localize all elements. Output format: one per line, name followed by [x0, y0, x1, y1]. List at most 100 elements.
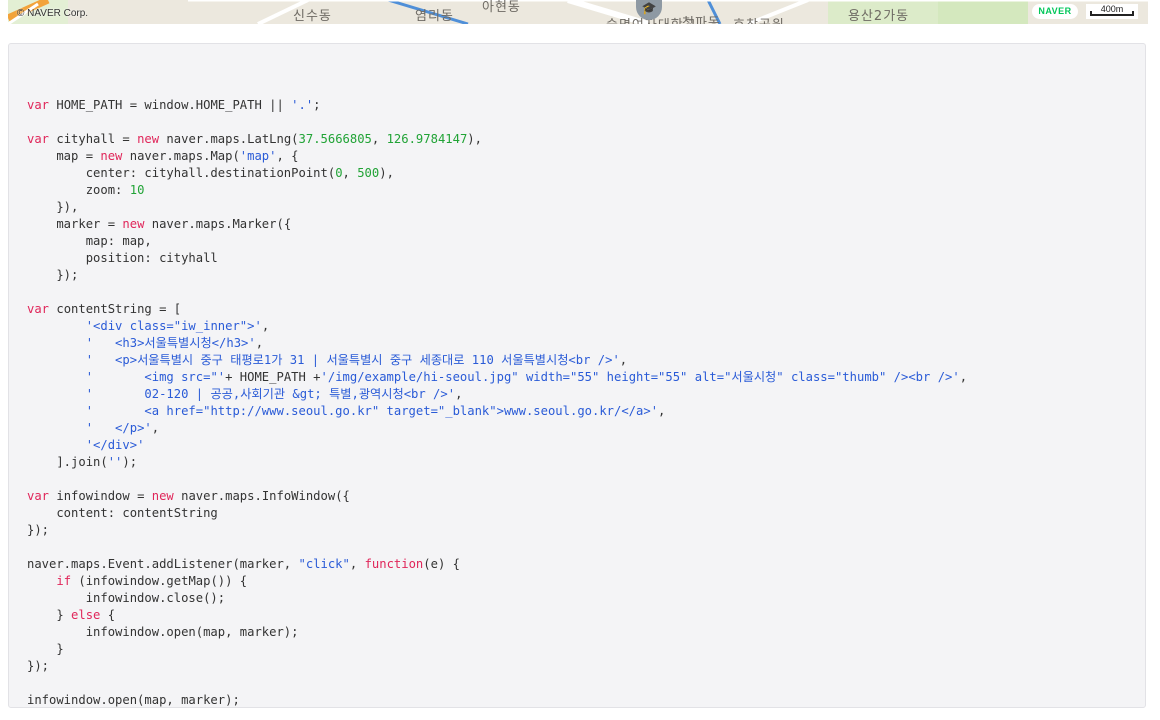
- code-token: naver.maps.InfoWindow({: [173, 489, 350, 503]
- code-token: ,: [255, 336, 264, 350]
- code-token: zoom:: [27, 183, 130, 197]
- code-line: infowindow.open(map, marker);: [27, 692, 967, 709]
- code-token: infowindow.open(map, marker);: [27, 693, 240, 707]
- code-token: }: [27, 642, 64, 656]
- code-token: ' <a href="http://www.seoul.go.kr" targe…: [85, 404, 659, 418]
- code-token: '</div>': [85, 438, 145, 452]
- code-token: '/img/example/hi-seoul.jpg" width="55" h…: [320, 370, 960, 384]
- code-token: ,: [371, 132, 387, 146]
- map-scale-line: [1090, 11, 1134, 16]
- code-token: new: [151, 489, 174, 503]
- code-token: HOME_PATH = window.HOME_PATH ||: [49, 98, 292, 112]
- code-token: 'map': [239, 149, 277, 163]
- code-token: });: [27, 659, 50, 673]
- code-token: "click": [298, 557, 350, 571]
- map-canvas[interactable]: 신수동 염리동 아현동 숙명여자대학교 청파동 효창공원 용산2가동 🎓 © N…: [8, 0, 1148, 24]
- code-token: 37.5666805: [298, 132, 372, 146]
- code-line: } else {: [27, 607, 967, 624]
- code-line: }),: [27, 199, 967, 216]
- code-token: });: [27, 523, 50, 537]
- code-line: position: cityhall: [27, 250, 967, 267]
- code-line: marker = new naver.maps.Marker({: [27, 216, 967, 233]
- code-line: ' <h3>서울특별시청</h3>',: [27, 335, 967, 352]
- code-line: ' <img src="'+ HOME_PATH +'/img/example/…: [27, 369, 967, 386]
- code-token: var: [27, 302, 50, 316]
- code-token: ' <p>서울특별시 중구 태평로1가 31 | 서울특별시 중구 세종대로 1…: [85, 353, 620, 367]
- map-label: 아현동: [482, 0, 521, 15]
- code-line: });: [27, 658, 967, 675]
- code-token: function: [364, 557, 424, 571]
- map-scale-bar: 400m: [1086, 4, 1138, 19]
- code-token: 10: [129, 183, 145, 197]
- code-token: 126.9784147: [386, 132, 468, 146]
- code-token: ' <h3>서울특별시청</h3>': [85, 336, 256, 350]
- code-token: ,: [151, 421, 160, 435]
- code-token: naver.maps.LatLng(: [159, 132, 299, 146]
- map-label: 효창공원: [733, 14, 785, 24]
- code-token: {: [100, 608, 116, 622]
- code-line: var contentString = [: [27, 301, 967, 318]
- code-token: ,: [959, 370, 968, 384]
- code-line: ' </p>',: [27, 420, 967, 437]
- map-roads: [8, 0, 1148, 24]
- code-token: ,: [261, 319, 270, 333]
- code-line: ' <p>서울특별시 중구 태평로1가 31 | 서울특별시 중구 세종대로 1…: [27, 352, 967, 369]
- code-token: var: [27, 132, 50, 146]
- code-line: content: contentString: [27, 505, 967, 522]
- code-line: infowindow.open(map, marker);: [27, 624, 967, 641]
- map-label: 용산2가동: [848, 9, 910, 24]
- code-token: var: [27, 489, 50, 503]
- code-token: (e) {: [423, 557, 460, 571]
- code-token: ,: [619, 353, 628, 367]
- code-token: var: [27, 98, 50, 112]
- code-token: contentString = [: [49, 302, 182, 316]
- map-label: 염리동: [415, 9, 454, 24]
- code-token: ;: [313, 98, 321, 112]
- code-token: naver.maps.Marker({: [144, 217, 292, 231]
- code-line: }: [27, 641, 967, 658]
- code-line: map = new naver.maps.Map('map', {: [27, 148, 967, 165]
- code-token: center: cityhall.destinationPoint(: [27, 166, 336, 180]
- code-line: center: cityhall.destinationPoint(0, 500…: [27, 165, 967, 182]
- code-line: naver.maps.Event.addListener(marker, "cl…: [27, 556, 967, 573]
- code-token: cityhall =: [49, 132, 138, 146]
- code-token: ),: [467, 132, 482, 146]
- map-copyright: © NAVER Corp.: [17, 8, 89, 19]
- code-token: + HOME_PATH +: [225, 370, 321, 384]
- code-token: 0: [335, 166, 343, 180]
- code-line: if (infowindow.getMap()) {: [27, 573, 967, 590]
- code-token: '.': [291, 98, 314, 112]
- code-token: ].join(: [27, 455, 108, 469]
- naver-logo[interactable]: NAVER: [1032, 4, 1078, 19]
- code-token: infowindow.open(map, marker);: [27, 625, 299, 639]
- code-block: var HOME_PATH = window.HOME_PATH || '.';…: [8, 43, 1146, 708]
- code-token: );: [122, 455, 138, 469]
- code-line: ' 02-120 | 공공,사회기관 &gt; 특별,광역시청<br />',: [27, 386, 967, 403]
- code-token: }),: [27, 200, 79, 214]
- code-token: '': [107, 455, 123, 469]
- code-token: infowindow.close();: [27, 591, 226, 605]
- code-token: ),: [379, 166, 394, 180]
- code-content: var HOME_PATH = window.HOME_PATH || '.';…: [27, 80, 967, 709]
- code-token: ,: [455, 387, 463, 401]
- code-line: zoom: 10: [27, 182, 967, 199]
- code-token: ,: [342, 166, 358, 180]
- code-line: '</div>': [27, 437, 967, 454]
- code-line: ].join('');: [27, 454, 967, 471]
- code-token: '<div class="iw_inner">': [85, 319, 262, 333]
- code-line: var infowindow = new naver.maps.InfoWind…: [27, 488, 967, 505]
- code-line: var HOME_PATH = window.HOME_PATH || '.';: [27, 97, 967, 114]
